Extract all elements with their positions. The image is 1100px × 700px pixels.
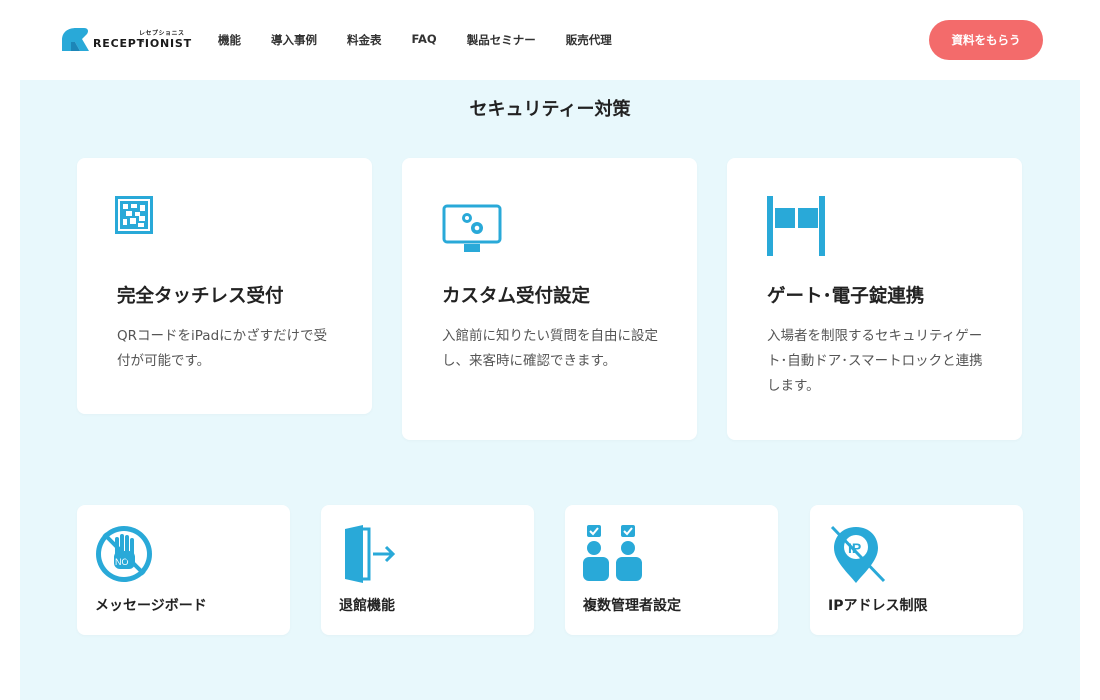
nav-item-agency[interactable]: 販売代理 bbox=[566, 32, 612, 48]
nav-item-seminar[interactable]: 製品セミナー bbox=[467, 32, 536, 48]
feature-description: QRコードをiPadにかざすだけで受付が可能です。 bbox=[117, 328, 328, 369]
feature-label: メッセージボード bbox=[95, 598, 207, 614]
feature-card-touchless: 完全タッチレス受付 QRコードをiPadにかざすだけで受付が可能です。 bbox=[77, 158, 372, 414]
request-materials-button[interactable]: 資料をもらう bbox=[929, 20, 1043, 60]
ip-restriction-icon: IP bbox=[830, 525, 886, 583]
receptionist-logo[interactable]: レセプショニスト RECEPTIONIST bbox=[60, 24, 191, 54]
feature-title: ゲート･電子錠連携 bbox=[767, 286, 925, 307]
site-header: レセプショニスト RECEPTIONIST 機能 導入事例 料金表 FAQ 製品… bbox=[0, 0, 1100, 80]
nav-item-faq[interactable]: FAQ bbox=[412, 32, 437, 48]
exit-door-icon bbox=[345, 525, 396, 583]
feature-description: 入館前に知りたい質問を自由に設定し、来客時に確認できます。 bbox=[442, 328, 658, 369]
nav-item-features[interactable]: 機能 bbox=[218, 32, 241, 48]
feature-card-message-board: NO メッセージボード bbox=[77, 505, 290, 635]
feature-label: 複数管理者設定 bbox=[583, 598, 681, 614]
feature-title: カスタム受付設定 bbox=[442, 286, 591, 307]
section-title: セキュリティー対策 bbox=[469, 99, 631, 120]
feature-card-ip-restriction: IP IPアドレス制限 bbox=[810, 505, 1023, 635]
logo-wordmark: RECEPTIONIST bbox=[93, 37, 192, 50]
qr-code-icon bbox=[115, 196, 153, 234]
feature-label: IPアドレス制限 bbox=[828, 598, 928, 614]
nav-item-pricing[interactable]: 料金表 bbox=[347, 32, 382, 48]
no-hand-icon: NO bbox=[96, 526, 152, 582]
main-nav: 機能 導入事例 料金表 FAQ 製品セミナー 販売代理 bbox=[218, 32, 642, 48]
nav-item-cases[interactable]: 導入事例 bbox=[271, 32, 317, 48]
feature-label: 退館機能 bbox=[339, 598, 395, 614]
feature-card-multi-admin: 複数管理者設定 bbox=[565, 505, 778, 635]
feature-title: 完全タッチレス受付 bbox=[117, 286, 284, 307]
feature-card-gate-lock: ゲート･電子錠連携 入場者を制限するセキュリティゲート･自動ドア･スマートロック… bbox=[727, 158, 1022, 440]
security-gate-icon bbox=[767, 196, 825, 256]
multiple-admins-icon bbox=[583, 525, 642, 581]
monitor-settings-icon bbox=[442, 204, 502, 252]
feature-card-checkout: 退館機能 bbox=[321, 505, 534, 635]
feature-card-custom-reception: カスタム受付設定 入館前に知りたい質問を自由に設定し、来客時に確認できます。 bbox=[402, 158, 697, 440]
logo-mark-icon bbox=[62, 28, 89, 51]
feature-description: 入場者を制限するセキュリティゲート･自動ドア･スマートロックと連携します。 bbox=[767, 328, 983, 394]
